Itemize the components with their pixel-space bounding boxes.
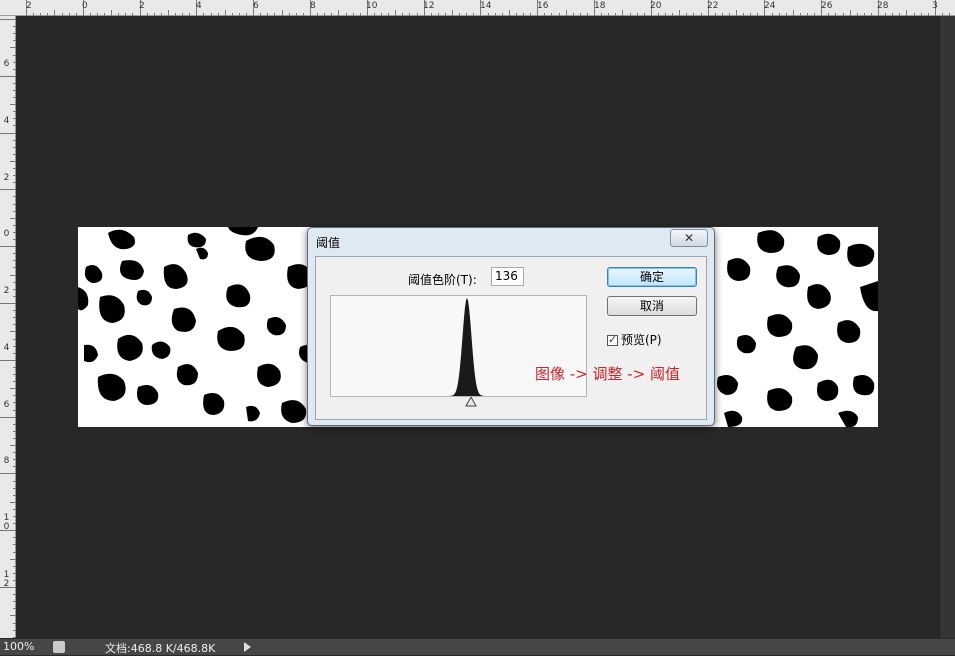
menu-path-annotation: 图像 -> 调整 -> 阈值 [535, 365, 681, 383]
ruler-label: 22 [707, 1, 719, 11]
close-icon: ✕ [683, 231, 695, 245]
ruler-label: 2 [26, 1, 32, 11]
ruler-label: 12 [423, 1, 435, 11]
dialog-body: 阈值色阶(T): 136 确定 取消 预览(P) 图像 -> 调整 -> 阈值 [315, 256, 707, 420]
ruler-label: 24 [764, 1, 776, 11]
ruler-label: 16 [537, 1, 549, 11]
ruler-label: 2 [139, 1, 145, 11]
ruler-label: 1 0 [3, 513, 10, 532]
ruler-label: 2 [3, 173, 10, 183]
ruler-label: 4 [3, 343, 10, 353]
dialog-title: 阈值 [316, 236, 341, 250]
ruler-label: 4 [196, 1, 202, 11]
ruler-label: 2 [3, 286, 10, 296]
document-status-icon[interactable] [53, 641, 65, 653]
close-button[interactable]: ✕ [670, 229, 708, 247]
zoom-level[interactable]: 100% [3, 640, 34, 653]
vertical-scrollbar[interactable] [939, 16, 955, 638]
ruler-label: 14 [480, 1, 492, 11]
ruler-label: 28 [877, 1, 889, 11]
ruler-label: 18 [594, 1, 606, 11]
status-menu-arrow-icon[interactable] [244, 642, 251, 652]
ruler-label: 1 2 [3, 570, 10, 589]
ruler-label: 6 [3, 59, 10, 69]
ruler-label: 6 [3, 400, 10, 410]
ruler-label: 8 [310, 1, 316, 11]
vertical-ruler-ticks [0, 19, 16, 638]
preview-checkbox[interactable] [607, 333, 618, 346]
threshold-slider-handle[interactable] [465, 397, 477, 407]
document-info: 文档:468.8 K/468.8K [105, 642, 216, 655]
vertical-ruler[interactable]: 6 4 2 0 2 4 6 8 1 0 1 2 [0, 16, 16, 638]
ok-button[interactable]: 确定 [607, 267, 697, 287]
status-bar: 100% 文档:468.8 K/468.8K [0, 638, 955, 655]
ruler-label: 26 [821, 1, 833, 11]
cancel-button[interactable]: 取消 [607, 296, 697, 316]
threshold-level-input[interactable]: 136 [491, 267, 524, 286]
ruler-label: 20 [650, 1, 662, 11]
ruler-label: 3 [932, 1, 938, 11]
ruler-label: 0 [82, 1, 88, 11]
ruler-label: 0 [3, 229, 10, 239]
ruler-label: 4 [3, 116, 10, 126]
horizontal-ruler[interactable]: 2 0 2 4 6 8 10 12 14 16 18 20 22 24 26 2… [0, 0, 955, 16]
ruler-label: 8 [3, 456, 10, 466]
preview-label: 预览(P) [621, 333, 662, 347]
threshold-dialog: 阈值 ✕ 阈值色阶(T): 136 确定 取消 预览(P) 图像 -> 调整 -… [307, 227, 715, 426]
preview-option[interactable]: 预览(P) [607, 331, 662, 348]
ruler-label: 10 [366, 1, 378, 11]
threshold-level-label: 阈值色阶(T): [408, 273, 477, 287]
ruler-label: 6 [253, 1, 259, 11]
